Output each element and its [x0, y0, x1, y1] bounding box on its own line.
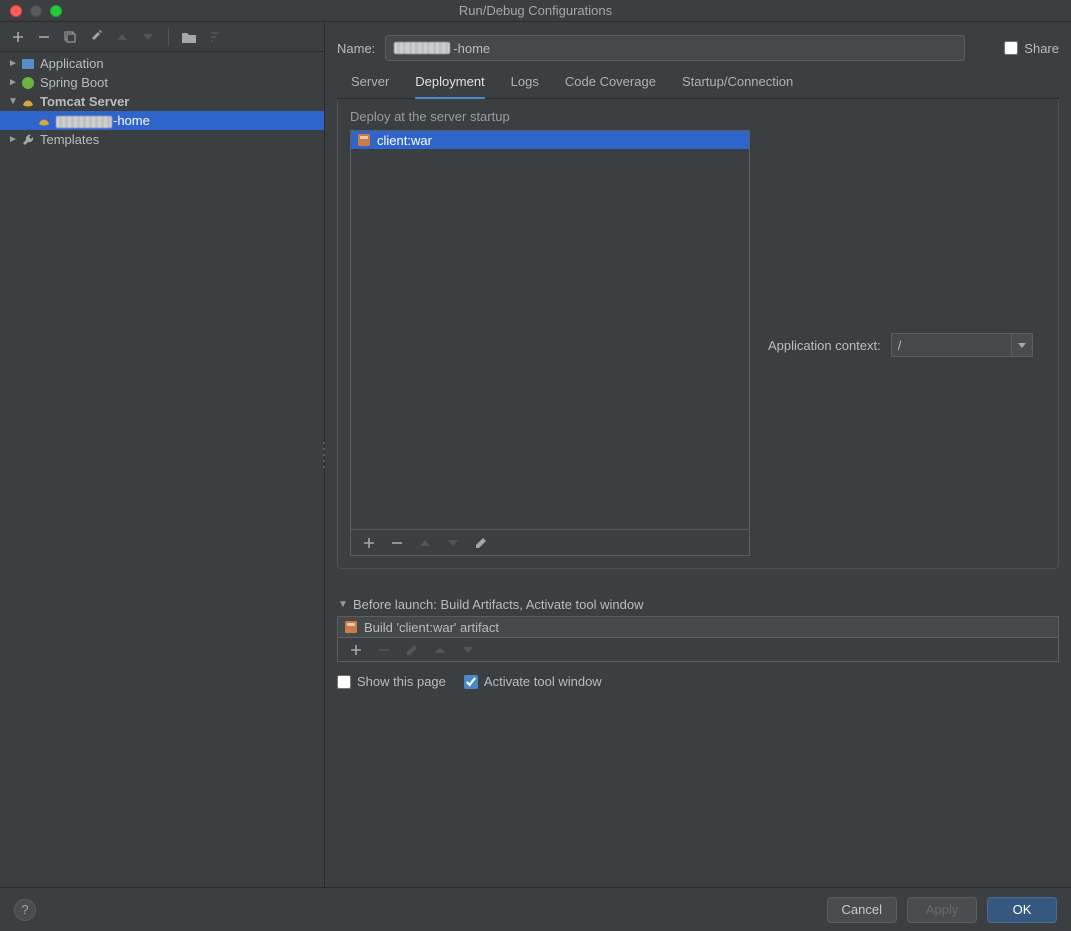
redacted-text	[56, 116, 112, 128]
copy-icon[interactable]	[62, 29, 78, 45]
tab-deployment[interactable]: Deployment	[415, 74, 484, 99]
show-this-page-label: Show this page	[357, 674, 446, 689]
show-this-page-input[interactable]	[337, 675, 351, 689]
titlebar: Run/Debug Configurations	[0, 0, 1071, 22]
app-context-input[interactable]	[891, 333, 1011, 357]
cancel-button[interactable]: Cancel	[827, 897, 897, 923]
window-title: Run/Debug Configurations	[0, 3, 1071, 18]
task-label: Build 'client:war' artifact	[364, 620, 499, 635]
before-launch-toolbar	[337, 638, 1059, 662]
move-up-icon	[417, 535, 433, 551]
share-checkbox-wrap: Share	[1004, 41, 1059, 56]
before-launch-section: ▼ Before launch: Build Artifacts, Activa…	[337, 597, 1059, 662]
dialog-footer: ? Cancel Apply OK	[0, 887, 1071, 931]
artifact-icon	[344, 620, 358, 634]
before-launch-title: Before launch: Build Artifacts, Activate…	[353, 597, 644, 612]
options-row: Show this page Activate tool window	[337, 674, 1059, 689]
app-context-label: Application context:	[768, 338, 881, 353]
add-icon[interactable]	[348, 642, 364, 658]
edit-icon	[404, 642, 420, 658]
chevron-right-icon: ►	[6, 77, 20, 88]
artifact-list[interactable]: client:war	[350, 130, 750, 530]
remove-icon[interactable]	[389, 535, 405, 551]
window-controls	[10, 5, 62, 17]
splitter-handle[interactable]	[321, 440, 327, 470]
application-icon	[20, 56, 36, 72]
tree-label: -home	[56, 113, 150, 128]
remove-icon[interactable]	[36, 29, 52, 45]
tree-item-tomcat-server[interactable]: ▼ Tomcat Server	[0, 92, 324, 111]
artifact-icon	[357, 133, 371, 147]
tomcat-icon	[20, 94, 36, 110]
name-input[interactable]: -home	[385, 35, 965, 61]
tab-bar: Server Deployment Logs Code Coverage Sta…	[337, 68, 1059, 99]
separator	[168, 28, 169, 46]
sort-icon	[207, 29, 223, 45]
move-down-icon	[140, 29, 156, 45]
configurations-sidebar: ► Application ► Spring Boot ▼ Tomcat Ser…	[0, 22, 325, 887]
tree-label: Application	[40, 56, 104, 71]
tab-startup-connection[interactable]: Startup/Connection	[682, 74, 793, 98]
deployment-panel: Deploy at the server startup client:war	[337, 99, 1059, 569]
chevron-right-icon: ►	[6, 134, 20, 145]
wrench-icon	[20, 132, 36, 148]
tomcat-icon	[36, 113, 52, 129]
activate-tool-window-label: Activate tool window	[484, 674, 602, 689]
artifact-item[interactable]: client:war	[351, 131, 749, 149]
move-down-icon	[445, 535, 461, 551]
tab-logs[interactable]: Logs	[511, 74, 539, 98]
before-launch-header[interactable]: ▼ Before launch: Build Artifacts, Activa…	[337, 597, 1059, 612]
tree-item-templates[interactable]: ► Templates	[0, 130, 324, 149]
deploy-caption: Deploy at the server startup	[350, 109, 1046, 124]
share-checkbox[interactable]	[1004, 41, 1018, 55]
name-label: Name:	[337, 41, 375, 56]
minimize-icon	[30, 5, 42, 17]
chevron-down-icon: ▼	[337, 599, 349, 610]
share-label: Share	[1024, 41, 1059, 56]
settings-icon[interactable]	[88, 29, 104, 45]
tree-label: Tomcat Server	[40, 94, 129, 109]
list-item[interactable]: Build 'client:war' artifact	[338, 617, 1058, 637]
apply-button: Apply	[907, 897, 977, 923]
chevron-down-icon: ▼	[6, 96, 20, 107]
configurations-tree[interactable]: ► Application ► Spring Boot ▼ Tomcat Ser…	[0, 52, 324, 887]
edit-icon[interactable]	[473, 535, 489, 551]
add-icon[interactable]	[361, 535, 377, 551]
before-launch-list[interactable]: Build 'client:war' artifact	[337, 616, 1059, 638]
tree-item-tomcat-home[interactable]: -home	[0, 111, 324, 130]
configuration-form: Name: -home Share Server Deployment Logs…	[325, 22, 1071, 887]
deploy-body: client:war Application context:	[350, 130, 1046, 556]
app-context-dropdown[interactable]	[1011, 333, 1033, 357]
spring-icon	[20, 75, 36, 91]
move-up-icon	[114, 29, 130, 45]
sidebar-toolbar	[0, 22, 324, 52]
activate-tool-window-checkbox[interactable]: Activate tool window	[464, 674, 602, 689]
artifact-toolbar	[350, 530, 750, 556]
tab-code-coverage[interactable]: Code Coverage	[565, 74, 656, 98]
artifact-list-wrap: client:war	[350, 130, 750, 556]
folder-icon[interactable]	[181, 29, 197, 45]
zoom-icon[interactable]	[50, 5, 62, 17]
redacted-text	[394, 42, 450, 54]
tab-server[interactable]: Server	[351, 74, 389, 98]
main-area: ► Application ► Spring Boot ▼ Tomcat Ser…	[0, 22, 1071, 887]
move-up-icon	[432, 642, 448, 658]
remove-icon	[376, 642, 392, 658]
show-this-page-checkbox[interactable]: Show this page	[337, 674, 446, 689]
tree-label: Spring Boot	[40, 75, 108, 90]
name-row: Name: -home Share	[337, 22, 1059, 68]
move-down-icon	[460, 642, 476, 658]
tree-item-application[interactable]: ► Application	[0, 54, 324, 73]
tree-item-spring-boot[interactable]: ► Spring Boot	[0, 73, 324, 92]
tree-label: Templates	[40, 132, 99, 147]
close-icon[interactable]	[10, 5, 22, 17]
ok-button[interactable]: OK	[987, 897, 1057, 923]
artifact-label: client:war	[377, 133, 432, 148]
application-context-row: Application context:	[768, 134, 1033, 556]
activate-tool-window-input[interactable]	[464, 675, 478, 689]
help-button[interactable]: ?	[14, 899, 36, 921]
add-icon[interactable]	[10, 29, 26, 45]
chevron-right-icon: ►	[6, 58, 20, 69]
